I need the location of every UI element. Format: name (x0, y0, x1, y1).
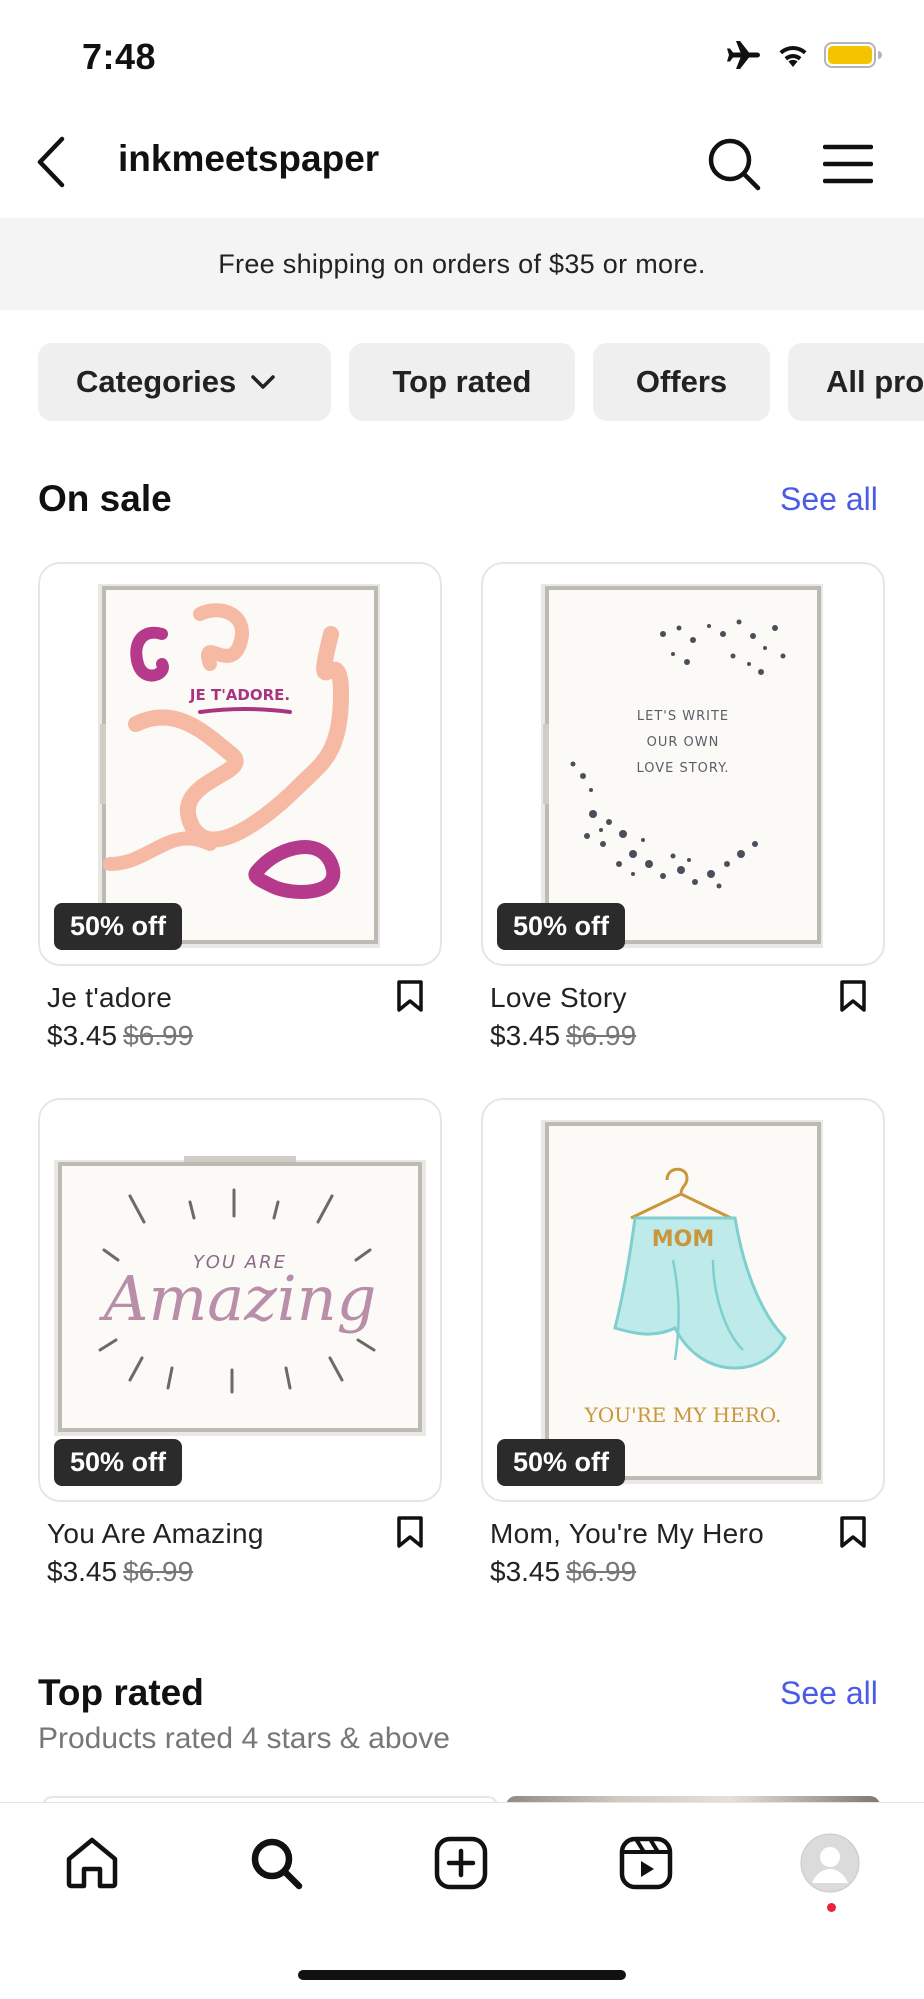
status-icons (726, 40, 882, 75)
tab-create[interactable] (429, 1833, 493, 1897)
product-card[interactable]: YOU ARE Amazing 50% off You Are Amazing … (38, 1098, 442, 1598)
hamburger-menu-icon (822, 143, 874, 190)
tab-profile[interactable] (798, 1833, 862, 1897)
sale-price: $3.45 (490, 1020, 561, 1051)
discount-badge: 50% off (497, 903, 626, 950)
menu-button[interactable] (816, 134, 880, 198)
sale-price: $3.45 (47, 1020, 118, 1051)
product-image[interactable]: MOM YOU'RE MY HERO. 50% off (481, 1098, 885, 1502)
product-name: Love Story (490, 982, 627, 1013)
bookmark-icon (839, 979, 867, 1018)
home-indicator (298, 1970, 626, 1980)
status-bar: 7:48 (0, 0, 924, 110)
discount-badge: 50% off (497, 1439, 626, 1486)
chip-label: All products (826, 364, 924, 399)
product-price: $3.45 $6.99 (490, 1020, 636, 1052)
card-art-text: LOVE STORY. (636, 761, 729, 776)
bookmark-icon (839, 1515, 867, 1554)
save-button[interactable] (388, 1512, 432, 1556)
original-price: $6.99 (123, 1020, 194, 1051)
status-time: 7:48 (82, 36, 157, 77)
product-card[interactable]: MOM YOU'RE MY HERO. 50% off Mom, You're … (481, 1098, 885, 1598)
wifi-icon (776, 41, 810, 74)
product-card[interactable]: JE T'ADORE. 50% off Je t'adore $3.45 $6.9… (38, 562, 442, 1062)
product-price: $3.45 $6.99 (490, 1556, 636, 1588)
card-art-text: YOU'RE MY HERO. (584, 1403, 782, 1427)
chip-categories[interactable]: Categories (38, 343, 331, 421)
card-art-text: JE T'ADORE. (189, 686, 290, 704)
shipping-banner: Free shipping on orders of $35 or more. (0, 218, 924, 310)
page-title: inkmeetspaper (118, 138, 380, 179)
avatar (800, 1833, 860, 1898)
product-price: $3.45 $6.99 (47, 1556, 193, 1588)
chip-label: Top rated (392, 364, 532, 399)
on-sale-see-all-link[interactable]: See all (780, 481, 878, 518)
shop-header: inkmeetspaper (0, 110, 924, 218)
original-price: $6.99 (566, 1020, 637, 1051)
notification-dot (827, 1903, 836, 1912)
top-rated-title: Top rated (38, 1672, 204, 1713)
tab-search[interactable] (244, 1833, 308, 1897)
product-image[interactable]: JE T'ADORE. 50% off (38, 562, 442, 966)
bookmark-icon (396, 979, 424, 1018)
product-name: Je t'adore (47, 982, 173, 1013)
sale-price: $3.45 (47, 1556, 118, 1587)
chevron-left-icon (35, 136, 69, 193)
product-price: $3.45 $6.99 (47, 1020, 193, 1052)
discount-badge: 50% off (54, 903, 183, 950)
search-icon (248, 1835, 304, 1896)
filter-chips: Categories Top rated Offers All products (38, 343, 924, 423)
airplane-mode-icon (726, 40, 762, 75)
tab-reels[interactable] (614, 1833, 678, 1897)
product-name: You Are Amazing (47, 1518, 264, 1549)
card-art-text: OUR OWN (647, 735, 720, 750)
product-image[interactable]: YOU ARE Amazing 50% off (38, 1098, 442, 1502)
home-icon (64, 1835, 120, 1896)
sale-price: $3.45 (490, 1556, 561, 1587)
card-art-text: MOM (652, 1227, 715, 1252)
product-card[interactable]: LET'S WRITE OUR OWN LOVE STORY. 50% off … (481, 562, 885, 1062)
original-price: $6.99 (566, 1556, 637, 1587)
card-art-text: LET'S WRITE (637, 709, 729, 724)
top-rated-see-all-link[interactable]: See all (780, 1675, 878, 1712)
original-price: $6.99 (123, 1556, 194, 1587)
card-art-text: Amazing (99, 1262, 377, 1335)
save-button[interactable] (831, 976, 875, 1020)
save-button[interactable] (388, 976, 432, 1020)
on-sale-title: On sale (38, 478, 172, 519)
save-button[interactable] (831, 1512, 875, 1556)
battery-icon (824, 41, 882, 74)
chip-label: Offers (635, 364, 728, 399)
add-post-icon (433, 1835, 489, 1896)
chip-top-rated[interactable]: Top rated (349, 343, 575, 421)
top-rated-subtitle: Products rated 4 stars & above (38, 1722, 450, 1755)
bookmark-icon (396, 1515, 424, 1554)
search-button[interactable] (702, 134, 766, 198)
product-image[interactable]: LET'S WRITE OUR OWN LOVE STORY. 50% off (481, 562, 885, 966)
back-button[interactable] (24, 136, 80, 192)
tab-home[interactable] (60, 1833, 124, 1897)
chip-label: Categories (76, 364, 237, 399)
search-icon (706, 136, 762, 197)
chevron-down-icon (250, 373, 276, 391)
discount-badge: 50% off (54, 1439, 183, 1486)
chip-all-products[interactable]: All products (788, 343, 924, 421)
chip-offers[interactable]: Offers (593, 343, 770, 421)
product-name: Mom, You're My Hero (490, 1518, 765, 1549)
reels-icon (618, 1835, 674, 1896)
